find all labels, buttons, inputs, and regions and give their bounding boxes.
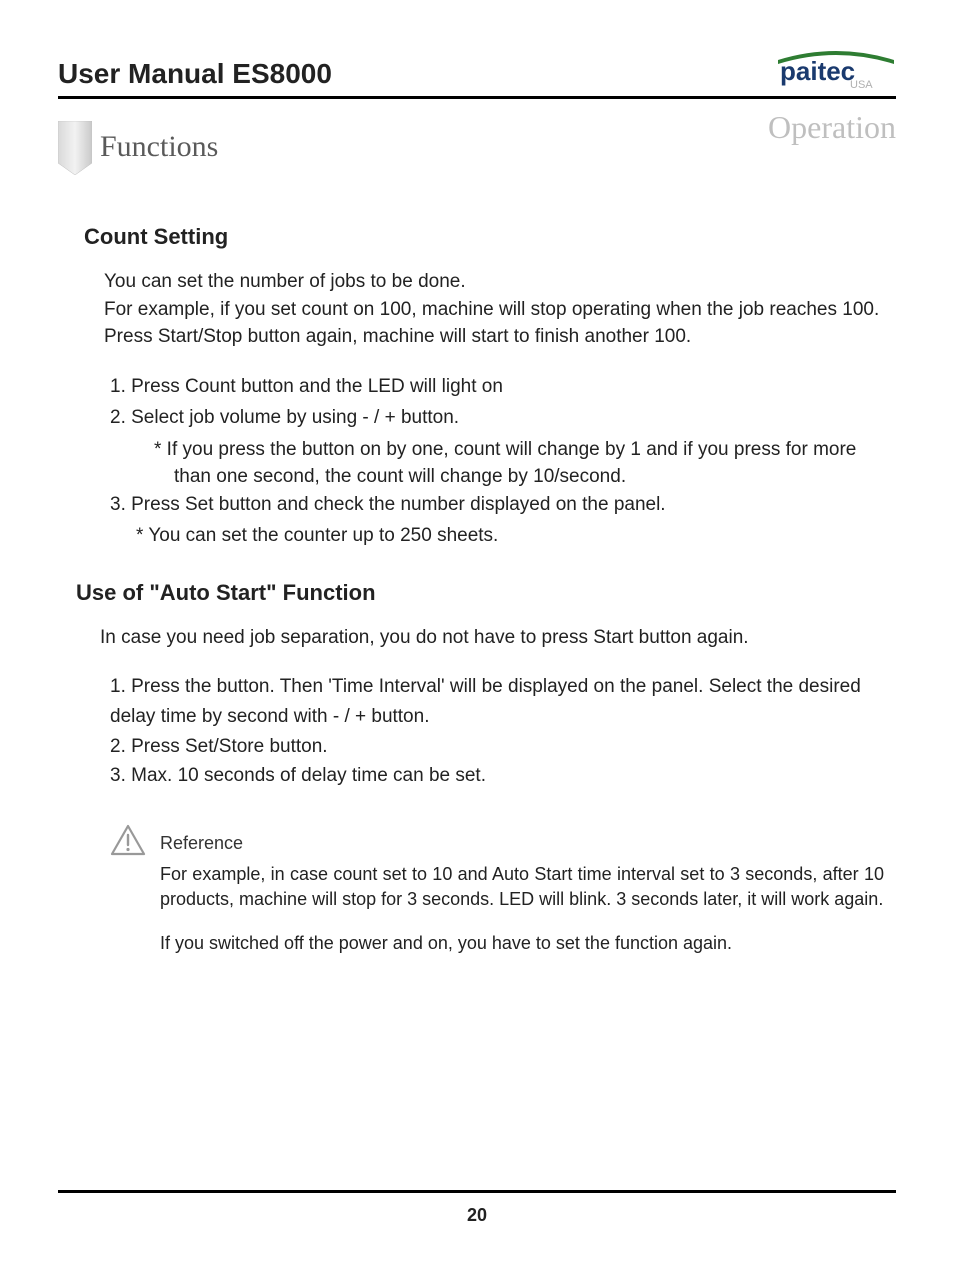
page-footer: 20 — [58, 1190, 896, 1226]
step-note: * If you press the button on by one, cou… — [154, 436, 896, 491]
page-body: Count Setting You can set the number of … — [58, 224, 896, 956]
page-header: User Manual ES8000 paitec USA — [58, 50, 896, 99]
reference-label: Reference — [160, 833, 243, 854]
list-item: 3. Press Set button and check the number… — [110, 491, 896, 519]
list-item: 1. Press Count button and the LED will l… — [110, 373, 896, 401]
auto-start-heading: Use of "Auto Start" Function — [76, 580, 896, 606]
manual-title: User Manual ES8000 — [58, 58, 332, 90]
page-number: 20 — [58, 1205, 896, 1226]
list-item: 2. Select job volume by using - / + butt… — [110, 404, 896, 432]
count-setting-heading: Count Setting — [84, 224, 896, 250]
footer-rule — [58, 1190, 896, 1193]
reference-text: For example, in case count set to 10 and… — [160, 862, 884, 913]
reference-text: If you switched off the power and on, yo… — [160, 931, 896, 957]
count-setting-intro: You can set the number of jobs to be don… — [104, 268, 892, 351]
ribbon-icon — [58, 121, 92, 175]
list-item: 1. Press the button. Then 'Time Interval… — [110, 673, 896, 701]
reference-header: Reference — [110, 824, 896, 856]
auto-start-intro: In case you need job separation, you do … — [100, 624, 896, 652]
section-heading-row: Functions — [58, 118, 896, 178]
count-setting-steps: 1. Press Count button and the LED will l… — [110, 373, 896, 432]
functions-title: Functions — [100, 130, 218, 164]
svg-text:paitec: paitec — [780, 56, 855, 86]
brand-logo: paitec USA — [776, 50, 896, 90]
svg-text:USA: USA — [850, 79, 873, 90]
list-item-continuation: delay time by second with - / + button. — [86, 703, 896, 731]
list-item: 2. Press Set/Store button. — [110, 733, 896, 761]
auto-start-steps: 1. Press the button. Then 'Time Interval… — [110, 673, 896, 789]
list-item: 3. Max. 10 seconds of delay time can be … — [110, 762, 896, 790]
warning-triangle-icon — [110, 824, 146, 856]
step-note: * You can set the counter up to 250 shee… — [136, 522, 896, 550]
count-setting-steps: 3. Press Set button and check the number… — [110, 491, 896, 519]
